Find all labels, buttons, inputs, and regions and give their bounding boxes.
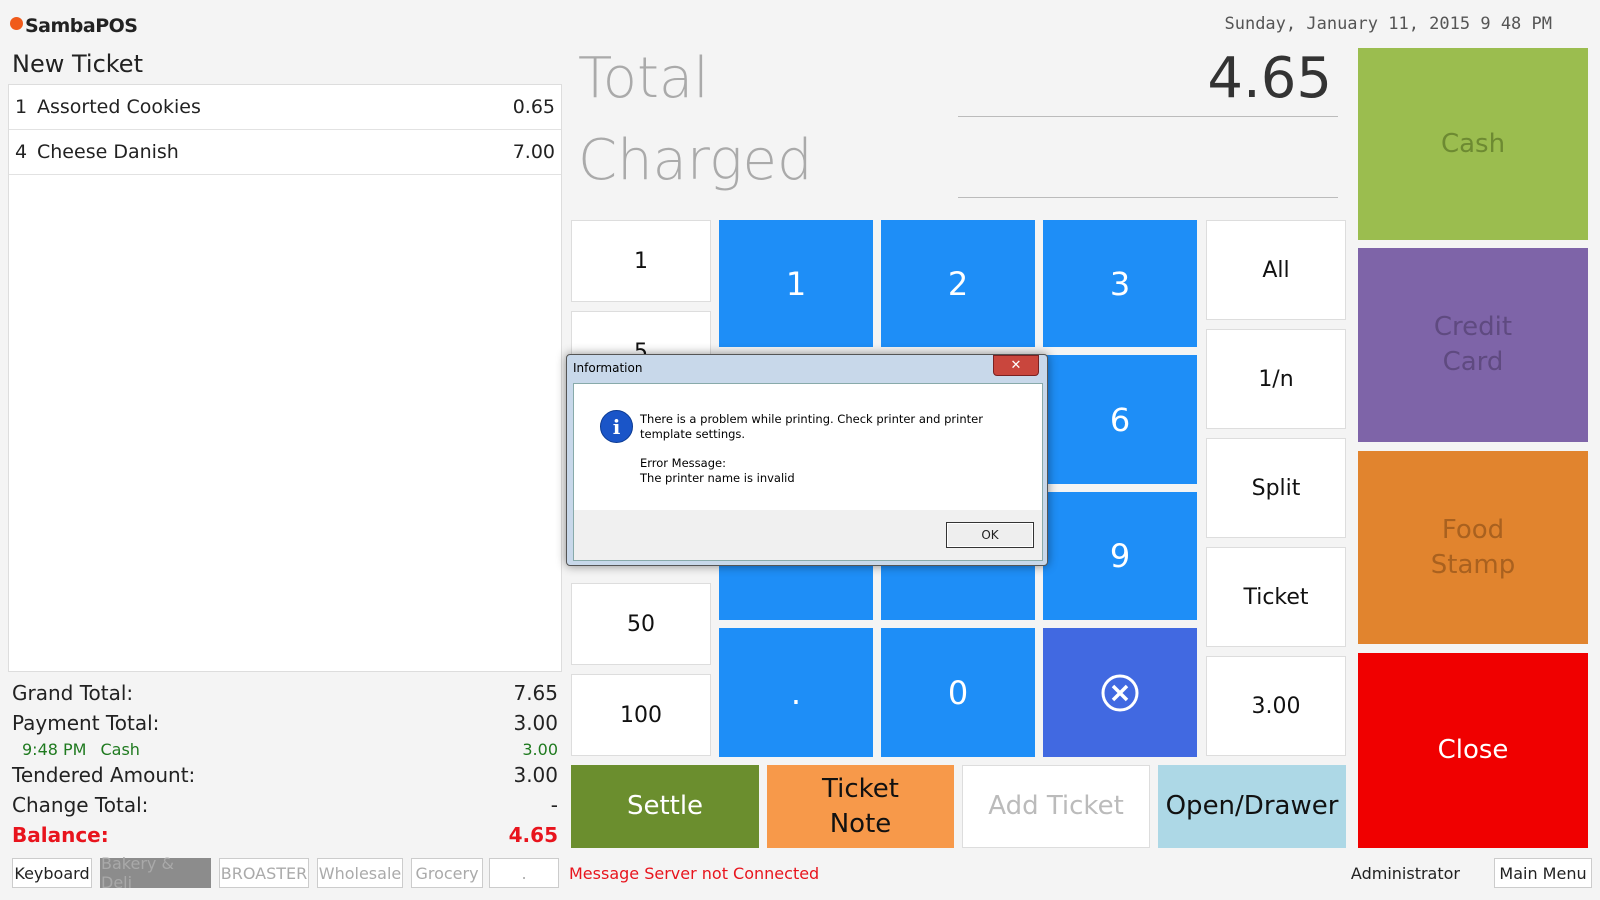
- category-grocery[interactable]: Grocery: [411, 858, 483, 888]
- numpad-clear[interactable]: [1043, 628, 1197, 757]
- payment-time: 9:48 PM: [22, 739, 87, 759]
- keyboard-button[interactable]: Keyboard: [12, 858, 92, 888]
- order-list: 1 Assorted Cookies 0.65 4 Cheese Danish …: [8, 84, 562, 672]
- ticket-totals: Grand Total: 7.65 Payment Total: 3.00 9:…: [12, 678, 558, 850]
- logo-icon: [10, 16, 23, 30]
- balance-label: Balance:: [12, 823, 109, 847]
- payment-line-value: 3.00: [522, 739, 558, 759]
- settle-button[interactable]: Settle: [571, 765, 759, 848]
- grand-total-row: Grand Total: 7.65: [12, 678, 558, 708]
- payment-method: Cash: [100, 739, 140, 759]
- tendered-value: 3.00: [513, 763, 558, 787]
- add-ticket-button[interactable]: Add Ticket: [962, 765, 1150, 848]
- close-icon: ✕: [1010, 358, 1022, 373]
- payment-total-value: 3.00: [513, 711, 558, 735]
- numpad-dot[interactable]: .: [719, 628, 873, 757]
- order-qty: 4: [15, 141, 28, 163]
- info-icon: i: [600, 410, 633, 443]
- quick-amount-50[interactable]: 50: [571, 583, 711, 665]
- food-stamp-label: Stamp: [1430, 549, 1516, 580]
- grand-total-label: Grand Total:: [12, 681, 134, 705]
- order-price: 0.65: [512, 96, 555, 118]
- food-stamp-button[interactable]: Food Stamp: [1358, 451, 1588, 644]
- payment-total-row: Payment Total: 3.00: [12, 708, 558, 738]
- numpad-3[interactable]: 3: [1043, 220, 1197, 347]
- category-wholesale[interactable]: Wholesale: [317, 858, 403, 888]
- credit-card-label: Card: [1442, 347, 1504, 377]
- information-dialog: Information ✕ i There is a problem while…: [566, 354, 1048, 566]
- divider: [958, 116, 1338, 117]
- tendered-label: Tendered Amount:: [12, 763, 196, 787]
- main-menu-button[interactable]: Main Menu: [1494, 858, 1592, 888]
- charged-label: Charged: [578, 128, 813, 193]
- all-button[interactable]: All: [1206, 220, 1346, 320]
- order-row[interactable]: 1 Assorted Cookies 0.65: [9, 85, 561, 130]
- open-drawer-button[interactable]: Open/Drawer: [1158, 765, 1346, 848]
- tendered-row: Tendered Amount: 3.00: [12, 760, 558, 790]
- category-more[interactable]: .: [489, 858, 559, 888]
- sambapos-logo: SambaPOS: [10, 12, 138, 40]
- ticket-note-label: Ticket: [822, 773, 899, 804]
- grand-total-value: 7.65: [513, 681, 558, 705]
- order-qty: 1: [15, 96, 28, 118]
- order-name: Assorted Cookies: [37, 96, 201, 118]
- ticket-note-label: Note: [829, 808, 892, 839]
- credit-card-label: Credit: [1433, 312, 1513, 342]
- order-price: 7.00: [512, 141, 555, 163]
- dialog-error-label: Error Message:: [640, 456, 726, 470]
- category-bakery-deli[interactable]: Bakery & Deli: [100, 854, 211, 892]
- close-button[interactable]: Close: [1358, 653, 1588, 848]
- dialog-error-text: The printer name is invalid: [640, 471, 795, 485]
- date-time: Sunday, January 11, 2015 9 48 PM: [1224, 14, 1552, 34]
- ticket-note-button[interactable]: Ticket Note: [767, 765, 954, 848]
- dialog-footer: OK: [574, 510, 1042, 560]
- numpad-2[interactable]: 2: [881, 220, 1035, 347]
- divider: [958, 197, 1338, 198]
- divide-n-button[interactable]: 1/n: [1206, 329, 1346, 429]
- order-row[interactable]: 4 Cheese Danish 7.00: [9, 130, 561, 175]
- credit-card-button[interactable]: Credit Card: [1358, 248, 1588, 442]
- quick-amount-1[interactable]: 1: [571, 220, 711, 302]
- user-name: Administrator: [1350, 864, 1460, 883]
- cash-button[interactable]: Cash: [1358, 48, 1588, 240]
- change-label: Change Total:: [12, 793, 149, 817]
- balance-value: 4.65: [508, 823, 558, 847]
- order-name: Cheese Danish: [37, 141, 179, 163]
- numpad-0[interactable]: 0: [881, 628, 1035, 757]
- change-value: -: [550, 793, 558, 817]
- food-stamp-label: Food: [1441, 514, 1505, 545]
- change-row: Change Total: -: [12, 790, 558, 820]
- amount-button[interactable]: 3.00: [1206, 656, 1346, 756]
- total-label: Total: [578, 46, 709, 111]
- numpad-1[interactable]: 1: [719, 220, 873, 347]
- numpad-9[interactable]: 9: [1043, 492, 1197, 620]
- ticket-button[interactable]: Ticket: [1206, 547, 1346, 647]
- balance-row: Balance: 4.65: [12, 820, 558, 850]
- payment-line: 9:48 PM Cash 3.00: [12, 738, 558, 760]
- dialog-body: i There is a problem while printing. Che…: [573, 383, 1043, 561]
- dialog-message: There is a problem while printing. Check…: [640, 412, 1020, 486]
- quick-amount-100[interactable]: 100: [571, 674, 711, 756]
- total-value: 4.65: [1207, 46, 1332, 111]
- split-button[interactable]: Split: [1206, 438, 1346, 538]
- dialog-message-line: There is a problem while printing. Check…: [640, 412, 983, 441]
- numpad-6[interactable]: 6: [1043, 355, 1197, 484]
- logo-text: SambaPOS: [25, 15, 138, 37]
- dialog-title: Information: [573, 361, 643, 375]
- category-broaster[interactable]: BROASTER: [219, 858, 309, 888]
- dialog-close-button[interactable]: ✕: [993, 355, 1039, 376]
- message-server-status: Message Server not Connected: [569, 864, 820, 883]
- ok-button[interactable]: OK: [946, 522, 1034, 548]
- clear-icon: [1101, 674, 1139, 711]
- payment-total-label: Payment Total:: [12, 711, 160, 735]
- ticket-title: New Ticket: [12, 50, 143, 78]
